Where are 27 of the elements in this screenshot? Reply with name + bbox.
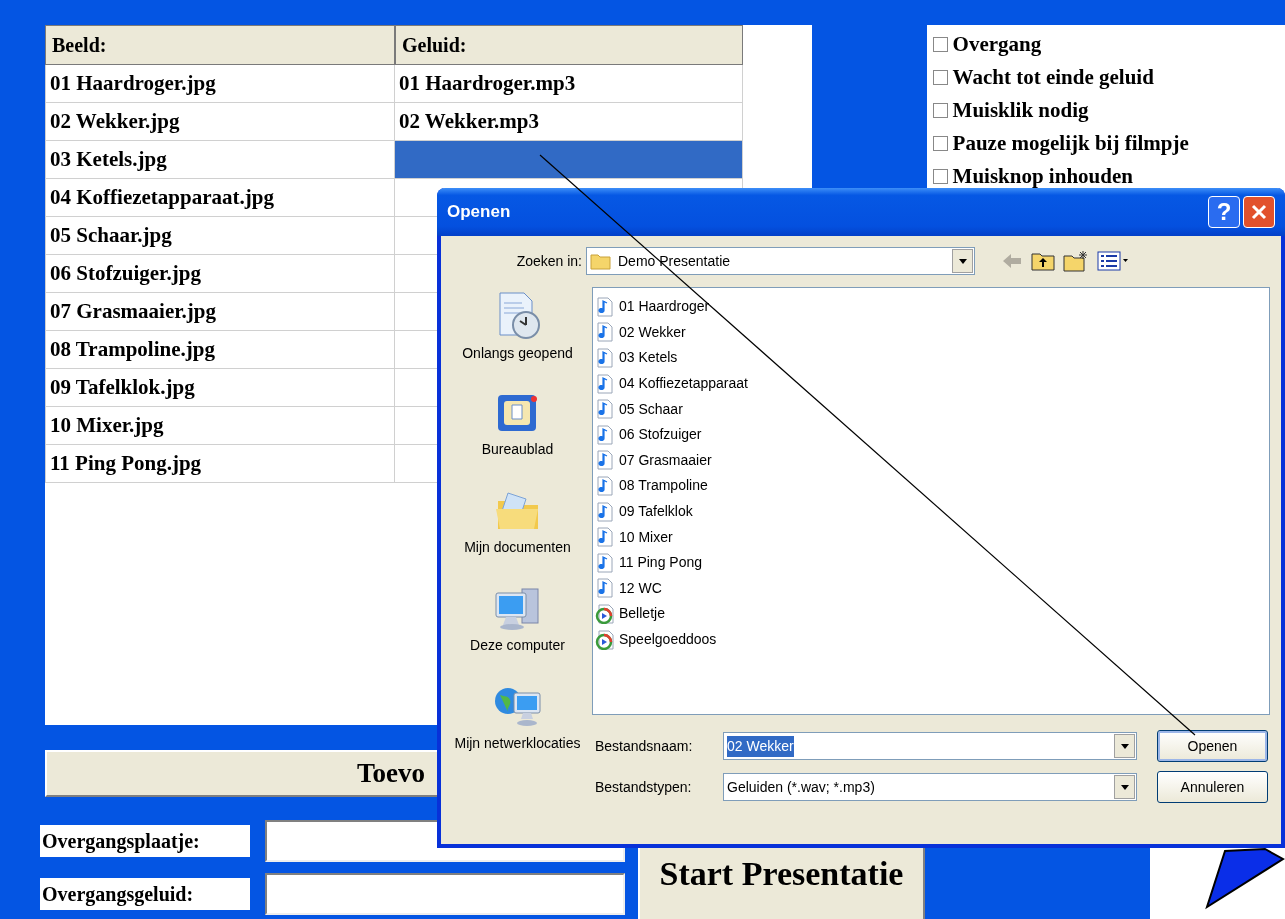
checkbox-label: Overgang [952, 34, 1042, 55]
table-cell: 04 Koffiezetapparaat.jpg [45, 179, 395, 217]
checkbox-label: Muisklik nodig [952, 100, 1089, 121]
table-cell: 01 Haardroger.jpg [45, 65, 395, 103]
table-cell: 09 Tafelklok.jpg [45, 369, 395, 407]
table-cell: 07 Grasmaaier.jpg [45, 293, 395, 331]
filetype-value: Geluiden (*.wav; *.mp3) [727, 777, 875, 797]
table-cell: 03 Ketels.jpg [45, 141, 395, 179]
table-cell: 02 Wekker.jpg [45, 103, 395, 141]
filetype-label: Bestandstypen: [594, 777, 693, 797]
checkbox-label: Pauze mogelijk bij filmpje [952, 133, 1189, 154]
filename-label: Bestandsnaam: [594, 736, 694, 756]
checkbox-label: Wacht tot einde geluid [952, 67, 1154, 88]
field-label: Overgangsgeluid: [40, 878, 250, 910]
table-cell: 11 Ping Pong.jpg [45, 445, 395, 483]
window-title: Openen [447, 201, 512, 224]
checkbox-label: Muisknop inhouden [952, 166, 1133, 187]
look-in-value: Demo Presentatie [618, 251, 731, 271]
table-cell: 06 Stofzuiger.jpg [45, 255, 395, 293]
table-cell: 08 Trampoline.jpg [45, 331, 395, 369]
look-in-label: Zoeken in: [515, 251, 583, 271]
table-cell: 05 Schaar.jpg [45, 217, 395, 255]
table-cell: 10 Mixer.jpg [45, 407, 395, 445]
filename-value: 02 Wekker [727, 735, 794, 757]
column-header: Geluid: [395, 25, 743, 65]
column-header: Beeld: [45, 25, 395, 65]
field-label: Overgangsplaatje: [40, 825, 250, 857]
